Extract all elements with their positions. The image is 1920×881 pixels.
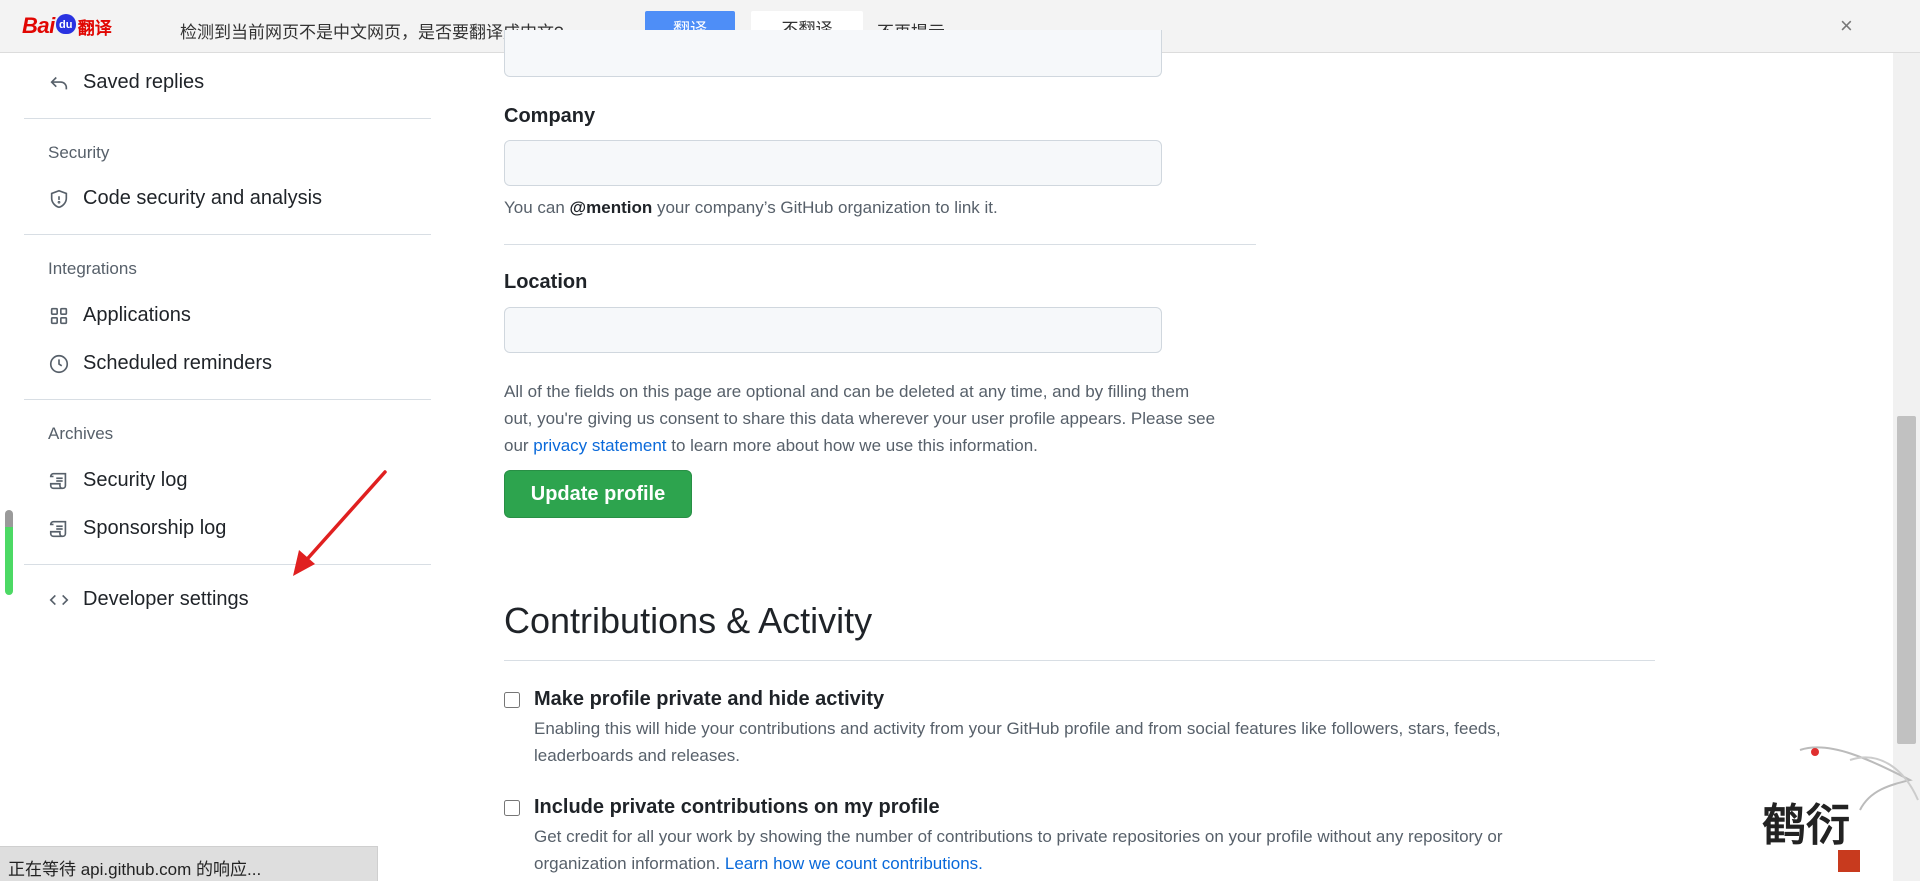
logo-bai-text: Bai xyxy=(22,13,55,38)
close-icon[interactable]: × xyxy=(1840,13,1853,39)
include-private-description: Get credit for all your work by showing … xyxy=(534,823,1594,877)
sidebar-item-label: Sponsorship log xyxy=(83,517,227,539)
sidebar-divider xyxy=(24,399,431,400)
company-note-mention: @mention xyxy=(569,198,653,217)
private-profile-description: Enabling this will hide your contributio… xyxy=(534,719,1501,765)
sidebar-item-code-security[interactable]: Code security and analysis xyxy=(48,187,322,210)
sidebar-heading-archives: Archives xyxy=(48,424,114,443)
include-desc-text: Get credit for all your work by showing … xyxy=(534,827,1503,873)
apps-grid-icon xyxy=(50,307,68,324)
company-note: You can @mention your company’s GitHub o… xyxy=(504,194,998,221)
company-label: Company xyxy=(504,105,596,127)
sidebar-item-label: Code security and analysis xyxy=(83,187,323,209)
loading-indicator xyxy=(5,510,13,595)
location-label: Location xyxy=(504,271,588,293)
consent-line-1: All of the fields on this page are optio… xyxy=(504,382,1190,401)
sidebar-divider xyxy=(24,118,431,119)
location-input[interactable] xyxy=(504,307,1162,353)
shield-icon xyxy=(50,189,68,208)
company-note-post: your company’s GitHub organization to li… xyxy=(652,198,998,217)
sidebar-heading-integrations: Integrations xyxy=(48,259,137,278)
consent-pre-link: our xyxy=(504,436,534,455)
browser-status-bar: 正在等待 api.github.com 的响应... xyxy=(0,846,378,881)
privacy-statement-link[interactable]: privacy statement xyxy=(533,436,666,455)
sidebar-item-label: Applications xyxy=(83,304,191,326)
logo-paw-icon: du xyxy=(55,14,76,34)
log-icon xyxy=(49,472,67,489)
previous-field-input[interactable] xyxy=(504,30,1162,77)
watermark-crane-logo: 鹤衍 xyxy=(1762,746,1919,872)
sidebar-item-applications[interactable]: Applications xyxy=(48,304,191,327)
learn-contributions-link[interactable]: Learn how we count contributions. xyxy=(725,854,983,873)
sidebar-item-developer-settings[interactable]: Developer settings xyxy=(48,588,249,611)
include-private-title: Include private contributions on my prof… xyxy=(534,796,940,818)
company-input[interactable] xyxy=(504,140,1162,186)
reply-icon xyxy=(50,76,68,89)
heading-divider xyxy=(504,660,1655,661)
sidebar-item-security-log[interactable]: Security log xyxy=(48,469,188,492)
sidebar-heading-security: Security xyxy=(48,143,110,162)
private-profile-title: Make profile private and hide activity xyxy=(534,688,885,710)
sidebar-item-label: Saved replies xyxy=(83,71,205,93)
sidebar-item-label: Developer settings xyxy=(83,588,249,610)
contributions-heading: Contributions & Activity xyxy=(504,600,873,641)
sidebar-item-scheduled-reminders[interactable]: Scheduled reminders xyxy=(48,352,272,375)
red-arrow-annotation xyxy=(293,470,387,576)
consent-post-link: to learn more about how we use this info… xyxy=(666,436,1038,455)
watermark-text: 鹤衍 xyxy=(1762,800,1850,851)
sidebar-item-saved-replies[interactable]: Saved replies xyxy=(48,71,204,94)
include-private-contributions-checkbox[interactable] xyxy=(504,800,520,816)
baidu-translate-logo: Bai du 翻译 xyxy=(22,8,112,44)
logo-fanyi-text: 翻译 xyxy=(77,18,112,38)
clock-icon xyxy=(49,354,69,373)
sidebar-divider xyxy=(24,234,431,235)
scrollbar-thumb[interactable] xyxy=(1897,416,1916,744)
consent-note: All of the fields on this page are optio… xyxy=(504,378,1284,459)
company-note-pre: You can xyxy=(504,198,570,217)
private-profile-checkbox[interactable] xyxy=(504,692,520,708)
section-divider xyxy=(504,244,1256,245)
log-icon xyxy=(49,520,67,537)
update-profile-button[interactable]: Update profile xyxy=(504,470,692,518)
sidebar-item-label: Security log xyxy=(83,469,188,491)
sidebar-item-sponsorship-log[interactable]: Sponsorship log xyxy=(48,517,226,540)
code-icon xyxy=(49,594,69,605)
consent-line-2: out, you're giving us consent to share t… xyxy=(504,409,1216,428)
sidebar-item-label: Scheduled reminders xyxy=(83,352,272,374)
